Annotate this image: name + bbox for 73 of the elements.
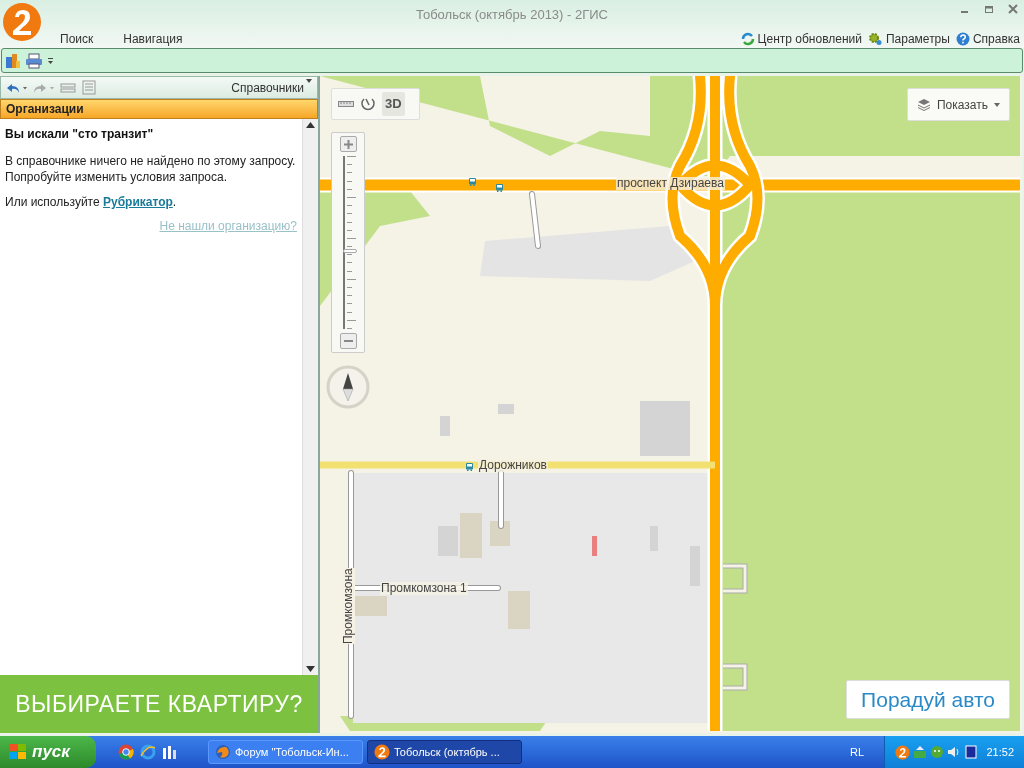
building <box>440 416 450 436</box>
directories-dropdown[interactable]: Справочники <box>231 78 312 97</box>
menu-tab[interactable]: Поиск <box>60 30 94 48</box>
section-header: Организации <box>0 99 318 119</box>
3d-button[interactable]: 3D <box>382 92 405 116</box>
chrome-icon[interactable] <box>118 744 134 760</box>
refresh-icon <box>740 32 755 46</box>
app-logo-icon <box>895 744 910 760</box>
bus-stop-icon <box>466 463 473 471</box>
building <box>640 401 690 456</box>
collapse-icon[interactable] <box>60 81 76 94</box>
radius-icon[interactable] <box>360 96 376 112</box>
volume-icon[interactable] <box>947 745 961 759</box>
fox-globe-icon <box>215 744 231 760</box>
layers-icon <box>917 98 931 111</box>
building <box>508 591 530 629</box>
compass-icon[interactable] <box>326 365 370 409</box>
street-label: Промкомзона <box>342 568 355 644</box>
scroll-up-icon[interactable] <box>306 122 315 128</box>
caret-icon <box>306 78 312 83</box>
bus-stop-icon <box>469 178 476 186</box>
print-icon[interactable] <box>25 52 43 69</box>
taskbar-window-button[interactable]: Форум "Тобольск-Ин... <box>208 740 363 764</box>
header-link[interactable]: Параметры <box>867 30 950 48</box>
forward-arrow-icon[interactable] <box>33 81 55 94</box>
clock: 21:52 <box>986 744 1014 760</box>
help-icon <box>955 32 970 46</box>
windows-logo-icon <box>8 743 28 761</box>
maximize-icon[interactable] <box>984 4 994 14</box>
ie-icon[interactable] <box>140 744 156 760</box>
building <box>460 513 482 558</box>
chart-app-icon[interactable] <box>162 744 178 760</box>
caret-icon <box>994 102 1000 107</box>
plus-icon <box>343 139 353 149</box>
book-icon[interactable] <box>964 745 978 759</box>
taskbar-window-button[interactable]: Тобольск (октябрь ... <box>367 740 522 764</box>
header-link[interactable]: Центр обновлений <box>740 30 862 48</box>
close-icon[interactable] <box>1008 4 1018 14</box>
show-layers-button[interactable]: Показать <box>907 88 1010 121</box>
dropdown-caret-icon[interactable] <box>47 56 54 65</box>
network-icon[interactable] <box>913 745 927 759</box>
gear-icon <box>867 32 883 46</box>
ruler-icon[interactable] <box>338 100 354 108</box>
side-road <box>498 470 504 529</box>
bus-stop-icon <box>496 184 503 192</box>
window-title: Тобольск (октябрь 2013) - 2ГИС <box>416 6 608 25</box>
ramp-road <box>723 663 748 691</box>
ad-button[interactable]: Порадуй авто <box>846 680 1010 719</box>
street-label: Дорожников <box>478 459 548 472</box>
building <box>490 521 510 546</box>
street-label: Промкомзона 1 <box>380 582 468 595</box>
side-road <box>529 191 541 249</box>
menu-tab[interactable]: Навигация <box>123 30 183 48</box>
search-heading: Вы искали "сто транзит" <box>5 126 155 143</box>
language-indicator[interactable]: RL <box>849 743 864 761</box>
minus-icon <box>343 340 353 342</box>
app-logo <box>2 2 42 42</box>
zoom-track[interactable] <box>340 156 356 329</box>
back-arrow-icon[interactable] <box>6 81 28 94</box>
ramp-road <box>723 563 748 594</box>
street-label: проспект Дзираева <box>616 177 725 190</box>
zoom-thumb[interactable] <box>343 249 357 254</box>
scrollbar[interactable] <box>302 119 318 675</box>
building <box>498 404 514 414</box>
header-link[interactable]: Справка <box>955 30 1020 48</box>
rubricator-link[interactable]: Рубрикатор <box>102 195 173 209</box>
no-results-message: В справочнике ничего не найдено по этому запросу. Попробуйте изменить условия запроса. <box>5 153 297 185</box>
app-logo-icon <box>374 744 390 760</box>
highlighted-building <box>592 536 597 556</box>
zoom-out-button[interactable] <box>339 333 357 349</box>
zoom-in-button[interactable] <box>339 136 357 152</box>
scroll-down-icon[interactable] <box>306 666 315 672</box>
rubricator-hint: Или используйте Рубрикатор. <box>5 194 178 211</box>
